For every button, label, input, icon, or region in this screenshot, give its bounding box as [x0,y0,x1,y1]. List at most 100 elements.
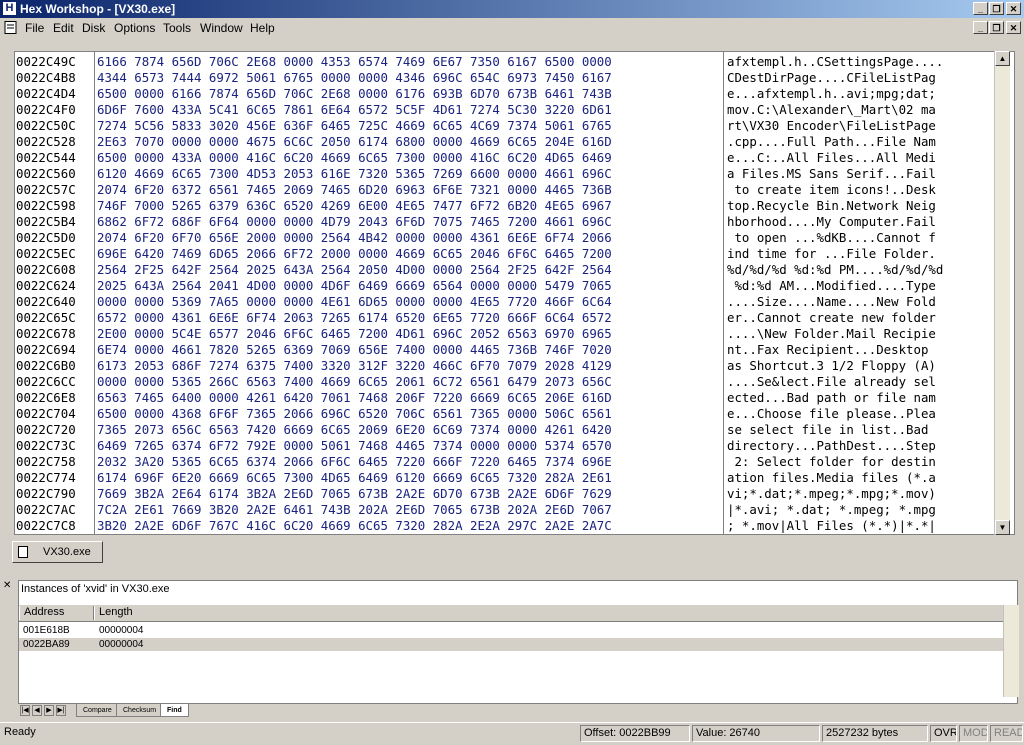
hex-row-address[interactable]: 0022C4F0 [16,102,76,118]
hex-row-address[interactable]: 0022C6CC [16,374,76,390]
tab-prev-icon[interactable]: ◀ [32,705,42,716]
tab-next-icon[interactable]: ▶ [44,705,54,716]
hex-row-ascii[interactable]: se select file in list..Bad [727,422,936,438]
hex-row-ascii[interactable]: directory...PathDest....Step [727,438,936,454]
column-length[interactable]: Length [94,606,1004,620]
hex-row-address[interactable]: 0022C624 [16,278,76,294]
hex-row-ascii[interactable]: %d:%d AM...Modified....Type [727,278,935,294]
hex-row-bytes[interactable]: 6174 696F 6E20 6669 6C65 7300 4D65 6469 … [97,470,612,486]
hex-row-bytes[interactable]: 2E63 7070 0000 0000 4675 6C6C 2050 6174 … [97,134,612,150]
hex-row-bytes[interactable]: 0000 0000 5365 266C 6563 7400 4669 6C65 … [97,374,612,390]
hex-row-address[interactable]: 0022C704 [16,406,76,422]
document-icon[interactable] [4,21,18,34]
document-tab[interactable]: VX30.exe [12,541,103,563]
hex-row-address[interactable]: 0022C65C [16,310,76,326]
results-vertical-scrollbar[interactable] [1003,605,1019,697]
hex-row-bytes[interactable]: 7669 3B2A 2E64 6174 3B2A 2E6D 7065 673B … [97,486,612,502]
tab-compare[interactable]: Compare [76,704,119,717]
hex-row-ascii[interactable]: vi;*.dat;*.mpeg;*.mpg;*.mov) [727,486,936,502]
title-bar[interactable]: H Hex Workshop - [VX30.exe] _ ❐ ✕ [0,0,1024,18]
tab-last-icon[interactable]: ▶| [56,705,66,716]
hex-row-address[interactable]: 0022C4D4 [16,86,76,102]
hex-row-bytes[interactable]: 6D6F 7600 433A 5C41 6C65 7861 6E64 6572 … [97,102,612,118]
hex-row-ascii[interactable]: e...afxtempl.h..avi;mpg;dat; [727,86,936,102]
hex-row-ascii[interactable]: .cpp....Full Path...File Nam [727,134,936,150]
hex-row-ascii[interactable]: |*.avi; *.dat; *.mpeg; *.mpg [727,502,936,518]
menu-edit[interactable]: Edit [53,21,74,35]
hex-row-ascii[interactable]: nt..Fax Recipient...Desktop [727,342,936,358]
column-address[interactable]: Address [19,606,94,620]
hex-row-address[interactable]: 0022C73C [16,438,76,454]
hex-row-bytes[interactable]: 6572 0000 4361 6E6E 6F74 2063 7265 6174 … [97,310,612,326]
maximize-button[interactable]: ❐ [989,2,1004,15]
hex-row-address[interactable]: 0022C758 [16,454,76,470]
menu-file[interactable]: File [25,21,44,35]
hex-row-bytes[interactable]: 7274 5C56 5833 3020 456E 636F 6465 725C … [97,118,612,134]
hex-row-address[interactable]: 0022C7AC [16,502,76,518]
hex-row-ascii[interactable]: ....Se&lect.File already sel [727,374,936,390]
hex-row-bytes[interactable]: 6469 7265 6374 6F72 792E 0000 5061 7468 … [97,438,612,454]
hex-row-ascii[interactable]: ....Size....Name....New Fold [727,294,936,310]
doc-minimize-button[interactable]: _ [973,21,988,34]
hex-row-ascii[interactable]: e...C:..All Files...All Medi [727,150,936,166]
hex-row-ascii[interactable]: ected...Bad path or file nam [727,390,936,406]
hex-row-address[interactable]: 0022C5D0 [16,230,76,246]
hex-row-address[interactable]: 0022C598 [16,198,76,214]
hex-row-ascii[interactable]: as Shortcut.3 1/2 Floppy (A) [727,358,936,374]
hex-row-address[interactable]: 0022C608 [16,262,76,278]
hex-row-bytes[interactable]: 6E74 0000 4661 7820 5265 6369 7069 656E … [97,342,612,358]
hex-row-address[interactable]: 0022C50C [16,118,76,134]
hex-row-address[interactable]: 0022C528 [16,134,76,150]
menu-window[interactable]: Window [200,21,243,35]
hex-row-ascii[interactable]: top.Recycle Bin.Network Neig [727,198,936,214]
hex-row-address[interactable]: 0022C640 [16,294,76,310]
hex-row-bytes[interactable]: 3B20 2A2E 6D6F 767C 416C 6C20 4669 6C65 … [97,518,612,534]
hex-row-address[interactable]: 0022C6E8 [16,390,76,406]
hex-row-address[interactable]: 0022C7C8 [16,518,76,534]
hex-row-address[interactable]: 0022C57C [16,182,76,198]
hex-row-address[interactable]: 0022C544 [16,150,76,166]
hex-row-bytes[interactable]: 2074 6F20 6372 6561 7465 2069 7465 6D20 … [97,182,612,198]
hex-row-ascii[interactable]: to create item icons!..Desk [727,182,935,198]
hex-row-bytes[interactable]: 2564 2F25 642F 2564 2025 643A 2564 2050 … [97,262,612,278]
result-row[interactable]: 001E618B 00000004 [19,624,1004,637]
hex-row-address[interactable]: 0022C49C [16,54,76,70]
hex-row-bytes[interactable]: 2032 3A20 5365 6C65 6374 2066 6F6C 6465 … [97,454,612,470]
hex-row-bytes[interactable]: 6500 0000 433A 0000 416C 6C20 4669 6C65 … [97,150,612,166]
menu-disk[interactable]: Disk [82,21,105,35]
menu-tools[interactable]: Tools [163,21,191,35]
hex-row-ascii[interactable]: hborhood....My Computer.Fail [727,214,936,230]
menu-help[interactable]: Help [250,21,275,35]
result-row[interactable]: 0022BA89 00000004 [19,638,1004,651]
hex-row-address[interactable]: 0022C694 [16,342,76,358]
hex-row-ascii[interactable]: ; *.mov|All Files (*.*)|*.*| [727,518,936,534]
hex-row-bytes[interactable]: 6500 0000 6166 7874 656D 706C 2E68 0000 … [97,86,612,102]
hex-row-address[interactable]: 0022C5B4 [16,214,76,230]
hex-row-ascii[interactable]: ind time for ...File Folder. [727,246,936,262]
hex-row-ascii[interactable]: a Files.MS Sans Serif...Fail [727,166,936,182]
hex-row-ascii[interactable]: rt\VX30 Encoder\FileListPage [727,118,936,134]
hex-row-bytes[interactable]: 7C2A 2E61 7669 3B20 2A2E 6461 743B 202A … [97,502,612,518]
close-button[interactable]: ✕ [1006,2,1021,15]
hex-row-bytes[interactable]: 0000 0000 5369 7A65 0000 0000 4E61 6D65 … [97,294,612,310]
hex-row-ascii[interactable]: afxtempl.h..CSettingsPage.... [727,54,943,70]
hex-row-ascii[interactable]: %d/%d/%d %d:%d PM....%d/%d/%d [727,262,943,278]
minimize-button[interactable]: _ [973,2,988,15]
hex-row-bytes[interactable]: 746F 7000 5265 6379 636C 6520 4269 6E00 … [97,198,612,214]
hex-row-bytes[interactable]: 6563 7465 6400 0000 4261 6420 7061 7468 … [97,390,612,406]
hex-row-address[interactable]: 0022C790 [16,486,76,502]
hex-row-bytes[interactable]: 6862 6F72 686F 6F64 0000 0000 4D79 2043 … [97,214,612,230]
hex-row-bytes[interactable]: 2025 643A 2564 2041 4D00 0000 4D6F 6469 … [97,278,612,294]
hex-row-address[interactable]: 0022C678 [16,326,76,342]
hex-row-bytes[interactable]: 2074 6F20 6F70 656E 2000 0000 2564 4B42 … [97,230,612,246]
hex-row-bytes[interactable]: 4344 6573 7444 6972 5061 6765 0000 0000 … [97,70,612,86]
hex-row-bytes[interactable]: 6173 2053 686F 7274 6375 7400 3320 312F … [97,358,612,374]
hex-row-ascii[interactable]: CDestDirPage....CFileListPag [727,70,936,86]
hex-row-bytes[interactable]: 696E 6420 7469 6D65 2066 6F72 2000 0000 … [97,246,612,262]
menu-options[interactable]: Options [114,21,155,35]
hex-row-address[interactable]: 0022C6B0 [16,358,76,374]
hex-row-bytes[interactable]: 2E00 0000 5C4E 6577 2046 6F6C 6465 7200 … [97,326,612,342]
scroll-up-button[interactable]: ▲ [995,51,1010,66]
hex-row-bytes[interactable]: 7365 2073 656C 6563 7420 6669 6C65 2069 … [97,422,612,438]
tab-first-icon[interactable]: |◀ [20,705,30,716]
